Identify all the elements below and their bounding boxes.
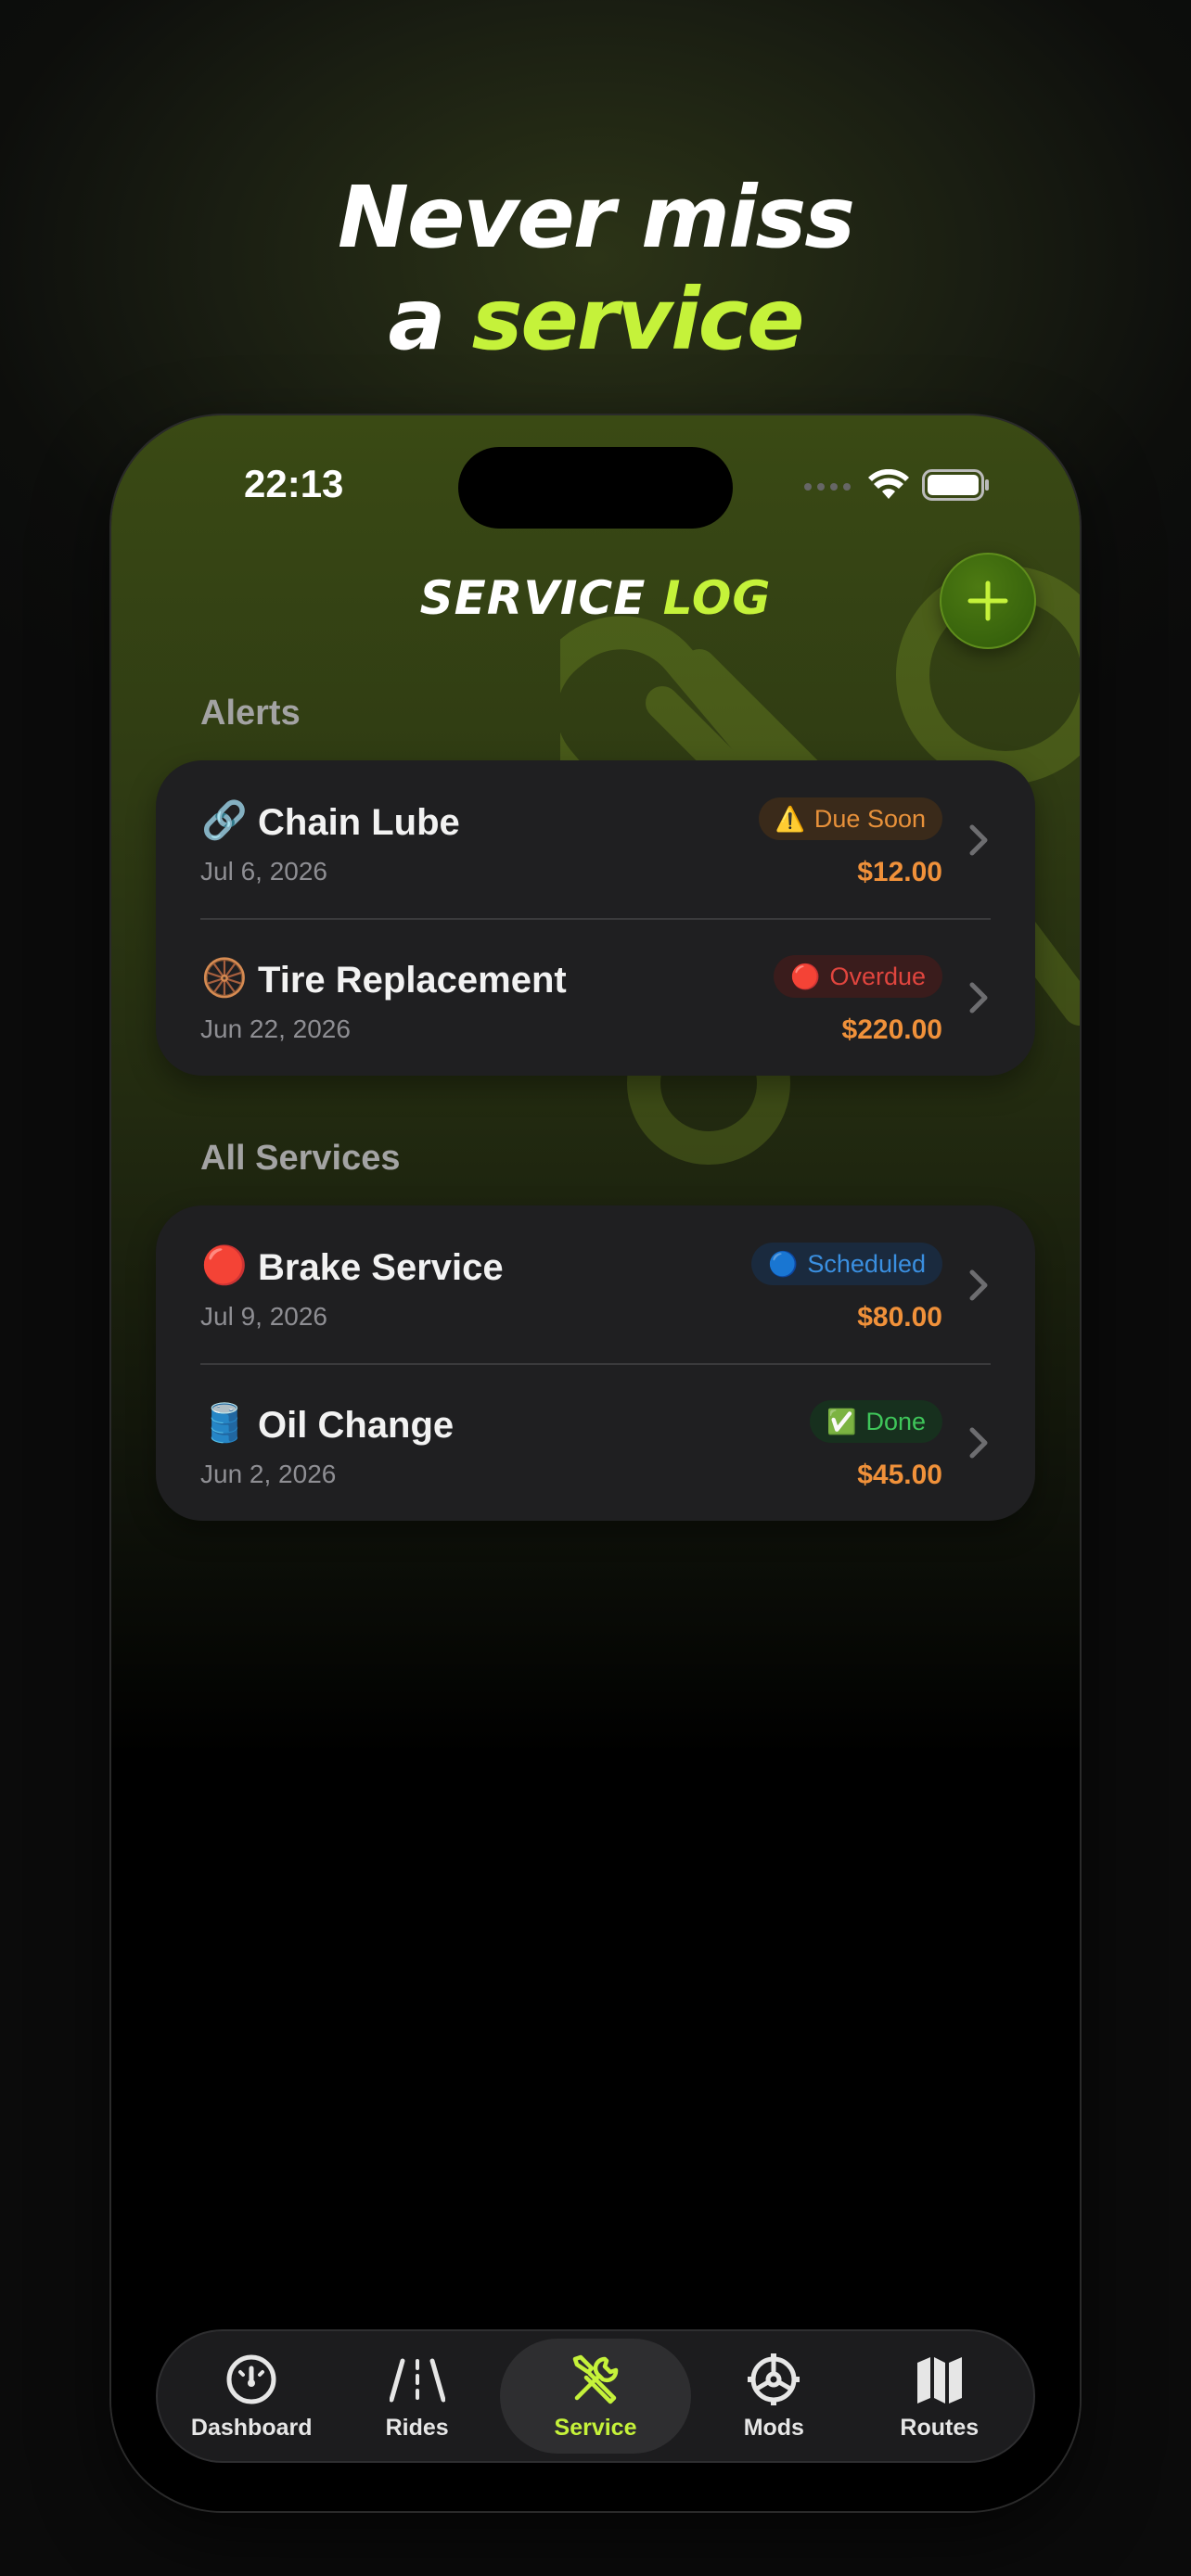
check-mark-icon: ✅ — [826, 1408, 857, 1435]
promo-headline: Never miss a service — [0, 167, 1191, 371]
service-date: Jul 6, 2026 — [200, 857, 327, 886]
title-part-1: SERVICE — [419, 571, 663, 625]
status-badge-overdue: 🔴 Overdue — [774, 955, 942, 998]
service-row-chain-lube[interactable]: 🔗 Chain Lube Jul 6, 2026 ⚠️ Due Soon $12.… — [156, 760, 1035, 918]
service-price: $12.00 — [857, 857, 942, 887]
wifi-icon — [868, 469, 909, 499]
headline-accent: service — [471, 270, 805, 369]
wrench-screwdriver-icon — [572, 2354, 619, 2404]
red-circle-icon: 🔴 — [201, 1245, 248, 1286]
service-date: Jun 22, 2026 — [200, 1014, 351, 1043]
status-text: Due Soon — [813, 804, 926, 833]
service-row-oil-change[interactable]: 🛢️ Oil Change Jun 2, 2026 ✅ Done $45.00 — [156, 1363, 1035, 1521]
service-price: $45.00 — [857, 1460, 942, 1490]
phone-frame: 22:13 SERVICE LOG Alerts 🔗 Chain Lube Ju… — [111, 415, 1080, 2511]
chevron-right-icon — [969, 982, 988, 1014]
tab-label: Mods — [743, 2414, 804, 2441]
map-icon — [916, 2356, 962, 2404]
tab-routes[interactable]: Routes — [857, 2339, 1022, 2454]
cellular-signal-icon — [804, 483, 851, 491]
title-part-2: LOG — [662, 571, 772, 625]
add-service-button[interactable] — [940, 553, 1036, 649]
status-badge-due-soon: ⚠️ Due Soon — [758, 797, 942, 840]
headline-line-1: Never miss — [337, 168, 855, 267]
tab-label: Routes — [900, 2414, 980, 2441]
status-text: Overdue — [829, 962, 926, 990]
tab-dashboard[interactable]: Dashboard — [169, 2339, 334, 2454]
tab-service[interactable]: Service — [499, 2339, 692, 2454]
chevron-right-icon — [969, 1269, 988, 1301]
road-icon — [389, 2358, 445, 2402]
status-badge-scheduled: 🔵 Scheduled — [751, 1243, 942, 1285]
tab-label: Service — [554, 2414, 637, 2441]
oil-drum-icon: 🛢️ — [201, 1403, 248, 1444]
status-badge-done: ✅ Done — [810, 1400, 942, 1443]
service-price: $220.00 — [841, 1014, 942, 1045]
service-name: Chain Lube — [258, 802, 460, 843]
status-text: Done — [865, 1407, 926, 1435]
tab-label: Dashboard — [190, 2414, 313, 2441]
tab-rides[interactable]: Rides — [334, 2339, 499, 2454]
status-icons — [803, 469, 991, 501]
status-time: 22:13 — [244, 462, 344, 505]
tab-label: Rides — [385, 2414, 449, 2441]
service-name: Brake Service — [258, 1247, 504, 1288]
service-date: Jul 9, 2026 — [200, 1302, 327, 1331]
gauge-icon — [226, 2354, 276, 2404]
plus-icon — [967, 580, 1008, 621]
alerts-section-label: Alerts — [200, 694, 301, 733]
service-name: Tire Replacement — [258, 960, 567, 1001]
gear-icon — [748, 2353, 800, 2405]
battery-icon — [922, 469, 989, 501]
screen-title: SERVICE LOG — [111, 571, 1080, 625]
blue-dot-icon: 🔵 — [768, 1250, 799, 1278]
status-text: Scheduled — [807, 1249, 926, 1278]
service-row-tire-replacement[interactable]: 🛞 Tire Replacement Jun 22, 2026 🔴 Overdue… — [156, 918, 1035, 1076]
tire-icon: 🛞 — [201, 958, 248, 999]
service-row-brake-service[interactable]: 🔴 Brake Service Jul 9, 2026 🔵 Scheduled $… — [156, 1205, 1035, 1363]
all-services-card: 🔴 Brake Service Jul 9, 2026 🔵 Scheduled $… — [156, 1205, 1035, 1521]
warning-icon: ⚠️ — [775, 805, 805, 833]
dynamic-island — [458, 447, 733, 529]
headline-line-2: a service — [0, 269, 1191, 371]
alerts-card: 🔗 Chain Lube Jul 6, 2026 ⚠️ Due Soon $12.… — [156, 760, 1035, 1076]
all-services-section-label: All Services — [200, 1139, 401, 1178]
service-price: $80.00 — [857, 1302, 942, 1333]
service-date: Jun 2, 2026 — [200, 1460, 337, 1488]
chevron-right-icon — [969, 824, 988, 856]
tab-mods[interactable]: Mods — [691, 2339, 856, 2454]
service-name: Oil Change — [258, 1405, 455, 1446]
chevron-right-icon — [969, 1427, 988, 1459]
link-icon: 🔗 — [201, 800, 248, 841]
tab-bar: Dashboard Rides Service Mods Routes — [156, 2329, 1035, 2463]
red-dot-icon: 🔴 — [790, 963, 821, 990]
headline-prefix: a — [388, 270, 472, 369]
